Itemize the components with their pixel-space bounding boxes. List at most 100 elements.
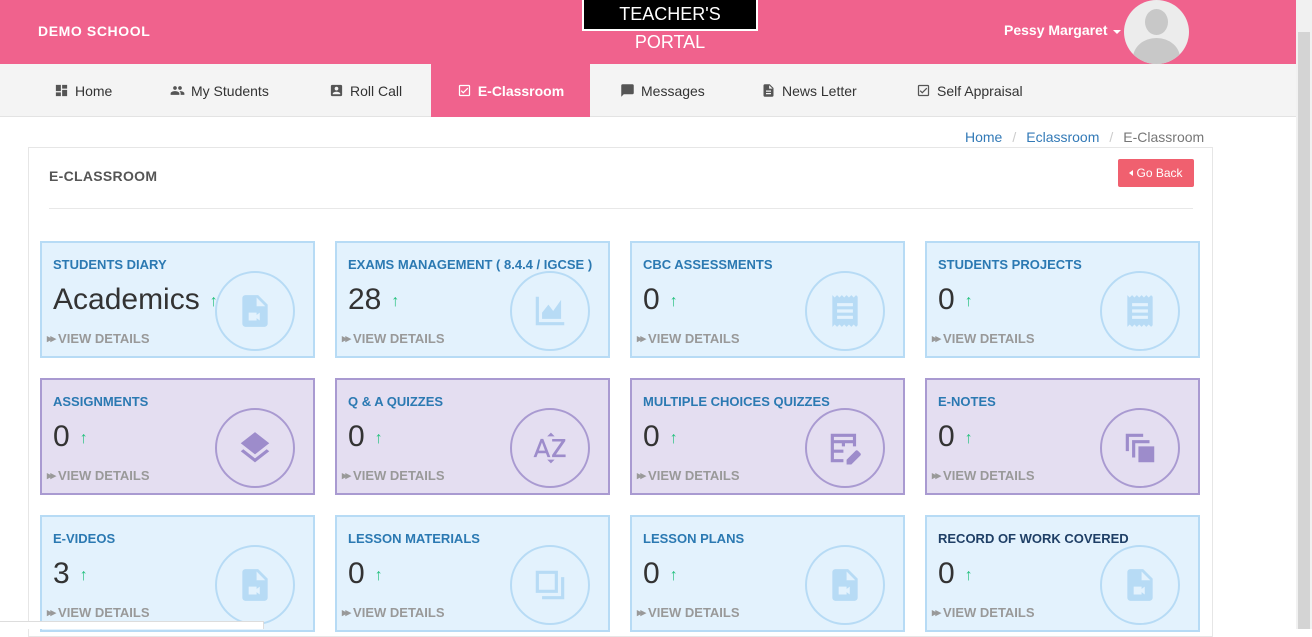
top-header: DEMO SCHOOL TEACHER'S PORTAL Pessy Marga… — [0, 0, 1296, 64]
card-lesson-materials[interactable]: LESSON MATERIALS 0 ↑ ▸▸ VIEW DETAILS — [335, 515, 610, 632]
breadcrumb-separator: / — [1012, 129, 1017, 145]
video-file-icon — [215, 545, 295, 625]
nav-label: Roll Call — [350, 82, 403, 99]
card-value: 0 — [53, 420, 70, 453]
arrow-up-icon: ↑ — [964, 430, 973, 447]
card-value: Academics — [53, 283, 200, 316]
view-details-link[interactable]: ▸▸ VIEW DETAILS — [47, 605, 150, 620]
arrow-up-icon: ↑ — [374, 430, 383, 447]
checkbox-icon — [917, 84, 930, 97]
layers-icon — [215, 408, 295, 488]
card-e-notes[interactable]: E-NOTES 0 ↑ ▸▸ VIEW DETAILS — [925, 378, 1200, 495]
card-exams-management[interactable]: EXAMS MANAGEMENT ( 8.4.4 / IGCSE ) 28 ↑ ▸… — [335, 241, 610, 358]
card-record-of-work-covered[interactable]: RECORD OF WORK COVERED 0 ↑ ▸▸ VIEW DETAILS — [925, 515, 1200, 632]
card-title: ASSIGNMENTS — [53, 394, 149, 409]
view-details-link[interactable]: ▸▸ VIEW DETAILS — [342, 605, 445, 620]
card-value: 0 — [643, 557, 660, 590]
card-title: CBC ASSESSMENTS — [643, 257, 773, 272]
double-chevron-right-icon: ▸▸ — [342, 607, 351, 619]
view-details-link[interactable]: ▸▸ VIEW DETAILS — [932, 468, 1035, 483]
view-details-link[interactable]: ▸▸ VIEW DETAILS — [932, 331, 1035, 346]
card-students-diary[interactable]: STUDENTS DIARY Academics ↑ ▸▸ VIEW DETAILS — [40, 241, 315, 358]
arrow-up-icon: ↑ — [669, 430, 678, 447]
card-title: E-VIDEOS — [53, 531, 116, 546]
double-chevron-right-icon: ▸▸ — [637, 607, 646, 619]
nav-label: News Letter — [782, 82, 857, 99]
card-value: 0 — [938, 557, 955, 590]
view-details-link[interactable]: ▸▸ VIEW DETAILS — [342, 331, 445, 346]
view-details-link[interactable]: ▸▸ VIEW DETAILS — [637, 331, 740, 346]
double-chevron-right-icon: ▸▸ — [932, 607, 941, 619]
breadcrumb-eclassroom[interactable]: Eclassroom — [1026, 129, 1099, 145]
people-icon — [170, 86, 185, 95]
copy-icon — [1100, 408, 1180, 488]
school-name[interactable]: DEMO SCHOOL — [38, 23, 150, 39]
card-title: STUDENTS DIARY — [53, 257, 167, 272]
nav-label: E-Classroom — [477, 82, 565, 99]
breadcrumb-separator: / — [1109, 129, 1114, 145]
flip-to-back-icon — [510, 545, 590, 625]
view-details-link[interactable]: ▸▸ VIEW DETAILS — [342, 468, 445, 483]
double-chevron-right-icon: ▸▸ — [932, 470, 941, 482]
checkbox-icon — [458, 84, 470, 97]
breadcrumb-home[interactable]: Home — [965, 129, 1002, 145]
card-value: 28 — [348, 283, 382, 316]
card-title: LESSON MATERIALS — [348, 531, 480, 546]
view-details-link[interactable]: ▸▸ VIEW DETAILS — [637, 468, 740, 483]
view-details-link[interactable]: ▸▸ VIEW DETAILS — [47, 331, 150, 346]
card-value: 3 — [53, 557, 70, 590]
receipt-icon — [1100, 271, 1180, 351]
card-value: 0 — [938, 420, 955, 453]
double-chevron-right-icon: ▸▸ — [637, 333, 646, 345]
contact-card-icon — [330, 84, 343, 97]
dashboard-icon — [55, 84, 68, 97]
go-back-button[interactable]: Go Back — [1118, 159, 1194, 187]
video-file-icon — [805, 545, 885, 625]
nav-item-home[interactable]: Home — [54, 64, 112, 117]
double-chevron-right-icon: ▸▸ — [932, 333, 941, 345]
scrollbar-thumb[interactable] — [1298, 32, 1310, 629]
message-icon — [621, 84, 634, 97]
double-chevron-right-icon: ▸▸ — [342, 470, 351, 482]
double-chevron-right-icon: ▸▸ — [47, 470, 56, 482]
card-title: STUDENTS PROJECTS — [938, 257, 1082, 272]
card-multiple-choices-quizzes[interactable]: MULTIPLE CHOICES QUIZZES 0 ↑ ▸▸ VIEW DETAI… — [630, 378, 905, 495]
nav-item-roll-call[interactable]: Roll Call — [329, 64, 402, 117]
card-title: EXAMS MANAGEMENT ( 8.4.4 / IGCSE ) — [348, 257, 593, 272]
avatar[interactable] — [1124, 0, 1189, 64]
view-details-link[interactable]: ▸▸ VIEW DETAILS — [637, 605, 740, 620]
go-back-label: Go Back — [1136, 166, 1183, 180]
user-menu-name[interactable]: Pessy Margaret — [1004, 22, 1108, 38]
caret-down-icon[interactable] — [1113, 30, 1121, 34]
card-value: 0 — [938, 283, 955, 316]
card-lesson-plans[interactable]: LESSON PLANS 0 ↑ ▸▸ VIEW DETAILS — [630, 515, 905, 632]
video-file-icon — [1100, 545, 1180, 625]
arrow-up-icon: ↑ — [669, 567, 678, 584]
double-chevron-right-icon: ▸▸ — [47, 333, 56, 345]
card-value: 0 — [643, 420, 660, 453]
nav-item-my-students[interactable]: My Students — [170, 64, 269, 117]
view-details-link[interactable]: ▸▸ VIEW DETAILS — [932, 605, 1035, 620]
status-bar — [0, 621, 264, 629]
card-assignments[interactable]: ASSIGNMENTS 0 ↑ ▸▸ VIEW DETAILS — [40, 378, 315, 495]
nav-item-messages[interactable]: Messages — [620, 64, 705, 117]
card-students-projects[interactable]: STUDENTS PROJECTS 0 ↑ ▸▸ VIEW DETAILS — [925, 241, 1200, 358]
card-title: LESSON PLANS — [643, 531, 745, 546]
vertical-scrollbar[interactable] — [1296, 0, 1312, 629]
breadcrumb: Home / Eclassroom / E-Classroom — [965, 129, 1204, 145]
view-details-link[interactable]: ▸▸ VIEW DETAILS — [47, 468, 150, 483]
nav-item-self-appraisal[interactable]: Self Appraisal — [916, 64, 1023, 117]
card-cbc-assessments[interactable]: CBC ASSESSMENTS 0 ↑ ▸▸ VIEW DETAILS — [630, 241, 905, 358]
arrow-up-icon: ↑ — [964, 293, 973, 310]
portal-title: TEACHER'S PORTAL — [582, 0, 758, 52]
document-icon — [763, 84, 774, 97]
nav-item-e-classroom[interactable]: E-Classroom — [431, 64, 590, 117]
caret-left-icon — [1129, 170, 1134, 176]
card-qa-quizzes[interactable]: Q & A QUIZZES 0 ↑ ▸▸ VIEW DETAILS — [335, 378, 610, 495]
nav-item-news-letter[interactable]: News Letter — [761, 64, 857, 117]
page-title: E-CLASSROOM — [49, 168, 158, 184]
card-e-videos[interactable]: E-VIDEOS 3 ↑ ▸▸ VIEW DETAILS — [40, 515, 315, 632]
card-title: RECORD OF WORK COVERED — [938, 531, 1129, 546]
receipt-icon — [805, 271, 885, 351]
breadcrumb-current: E-Classroom — [1123, 129, 1205, 145]
